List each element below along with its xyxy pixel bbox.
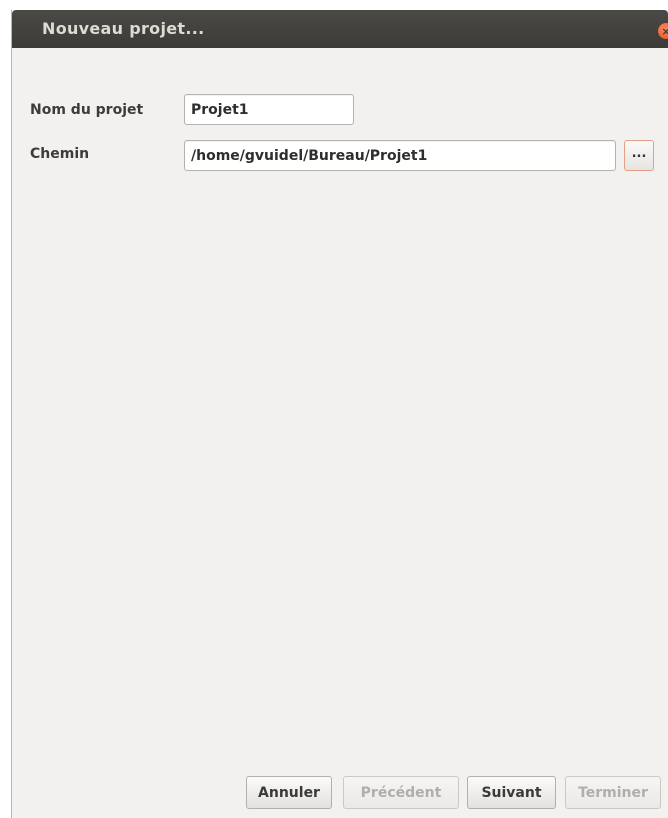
finish-button[interactable]: Terminer bbox=[565, 776, 661, 809]
project-name-input[interactable] bbox=[184, 94, 354, 125]
path-label: Chemin bbox=[30, 146, 90, 162]
project-name-label: Nom du projet bbox=[30, 102, 144, 118]
path-input[interactable] bbox=[184, 140, 616, 171]
close-icon[interactable]: × bbox=[658, 23, 668, 39]
title-bar[interactable]: Nouveau projet... × bbox=[12, 10, 668, 48]
cancel-button[interactable]: Annuler bbox=[246, 776, 332, 809]
previous-button[interactable]: Précédent bbox=[343, 776, 459, 809]
browse-button[interactable]: ... bbox=[624, 140, 654, 171]
window-title: Nouveau projet... bbox=[42, 19, 205, 38]
dialog-window: Nouveau projet... × Nom du projet Chemin… bbox=[11, 10, 668, 818]
next-button[interactable]: Suivant bbox=[467, 776, 556, 809]
